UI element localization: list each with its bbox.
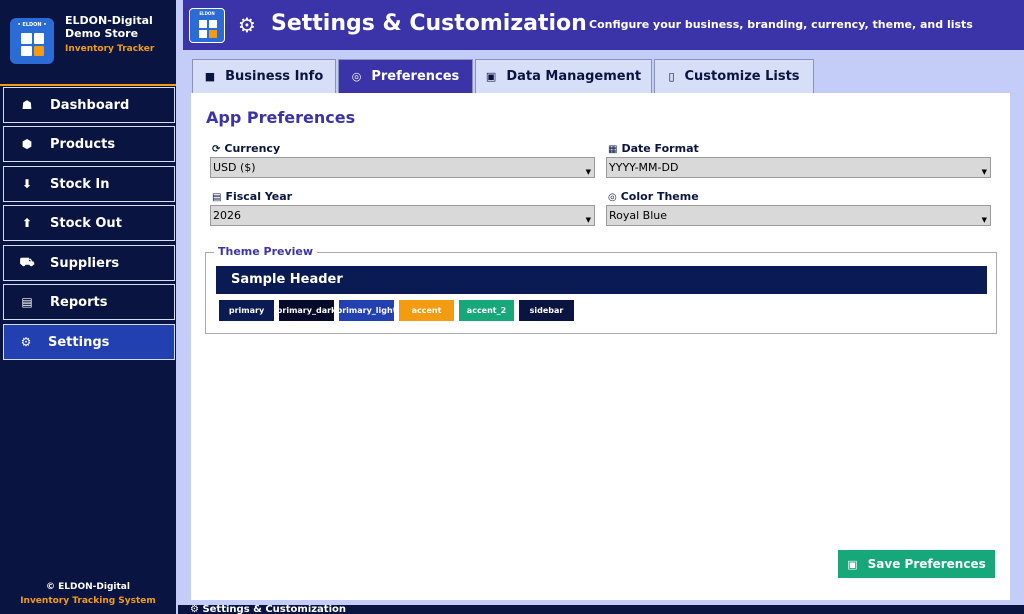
tab-customize-lists[interactable]: ▯ Customize Lists — [654, 59, 814, 93]
gear-icon: ⚙ — [20, 335, 32, 349]
date-format-value: YYYY-MM-DD — [609, 161, 679, 174]
copyright-text: © ELDON-Digital — [46, 582, 130, 592]
sidebar: • ELDON • ELDON-Digital Demo Store Inven… — [0, 0, 178, 614]
sidebar-item-label: Stock Out — [50, 215, 122, 231]
swatch-accent-2: accent_2 — [459, 300, 514, 321]
sidebar-item-label: Stock In — [50, 176, 110, 192]
business-icon: ■ — [204, 70, 216, 83]
sidebar-item-label: Suppliers — [50, 255, 120, 271]
sidebar-item-products[interactable]: ⬢ Products — [3, 126, 175, 162]
page-title: Settings & Customization — [271, 11, 587, 36]
tab-preferences[interactable]: ◎ Preferences — [338, 59, 473, 93]
header-logo-label: ELDON — [199, 11, 215, 16]
clipboard-icon: ▯ — [668, 70, 675, 83]
header-logo-icon: ELDON — [189, 8, 225, 43]
tab-label: Data Management — [506, 69, 642, 84]
sidebar-item-label: Dashboard — [50, 97, 130, 113]
sidebar-item-dashboard[interactable]: ☗ Dashboard — [3, 87, 175, 123]
store-name: ELDON-Digital Demo Store — [65, 14, 153, 40]
swatch-accent: accent — [399, 300, 454, 321]
date-format-label: ▦ Date Format — [608, 142, 699, 155]
palette-icon: ◎ — [608, 192, 617, 203]
swatch-primary-light: primary_light — [339, 300, 394, 321]
tab-label: Preferences — [371, 69, 460, 84]
book-icon: ▤ — [212, 192, 222, 203]
sidebar-item-reports[interactable]: ▤ Reports — [3, 284, 175, 320]
truck-icon: ⛟ — [19, 255, 35, 269]
chevron-down-icon: ▼ — [585, 216, 591, 224]
inbound-icon: ⬇ — [21, 177, 33, 191]
logo-label: • ELDON • — [17, 22, 47, 28]
store-name-line1: ELDON-Digital — [65, 14, 153, 27]
fiscal-year-select[interactable]: 2026 ▼ — [210, 205, 595, 226]
tab-label: Business Info — [225, 69, 324, 84]
tab-label: Customize Lists — [684, 69, 800, 84]
chevron-down-icon: ▼ — [585, 168, 591, 176]
page-header: ELDON ⚙ Settings & Customization Configu… — [183, 0, 1024, 50]
swatch-sidebar: sidebar — [519, 300, 574, 321]
store-subtitle: Inventory Tracker — [65, 44, 155, 54]
date-format-select[interactable]: YYYY-MM-DD ▼ — [606, 157, 991, 178]
sidebar-item-suppliers[interactable]: ⛟ Suppliers — [3, 245, 175, 281]
chevron-down-icon: ▼ — [981, 216, 987, 224]
store-name-line2: Demo Store — [65, 27, 139, 40]
save-icon: ▣ — [847, 557, 858, 571]
chevron-down-icon: ▼ — [981, 168, 987, 176]
fiscal-year-value: 2026 — [213, 209, 241, 222]
sidebar-item-label: Products — [50, 136, 116, 152]
theme-preview: Theme Preview Sample Header primary prim… — [205, 245, 997, 334]
sidebar-footer: © ELDON-Digital Inventory Tracking Syste… — [0, 582, 176, 606]
currency-value: USD ($) — [213, 161, 256, 174]
palette-icon: ◎ — [351, 70, 362, 83]
color-theme-label: ◎ Color Theme — [608, 190, 699, 203]
sidebar-item-label: Reports — [50, 294, 108, 310]
bottom-strip-text: ⚙ Settings & Customization — [190, 605, 347, 614]
system-name-text: Inventory Tracking System — [20, 596, 156, 606]
calendar-icon: ▦ — [608, 144, 618, 155]
database-icon: ▣ — [485, 70, 497, 83]
swatch-primary-dark: primary_dark — [279, 300, 334, 321]
sidebar-item-settings[interactable]: ⚙ Settings — [3, 324, 175, 360]
sample-header: Sample Header — [216, 266, 987, 294]
preferences-panel: App Preferences ⟳ Currency USD ($) ▼ ▦ Dat… — [191, 93, 1010, 600]
save-preferences-button[interactable]: ▣ Save Preferences — [838, 550, 995, 578]
section-title: App Preferences — [206, 108, 356, 127]
outbound-icon: ⬆ — [21, 216, 33, 230]
sidebar-item-stock-out[interactable]: ⬆ Stock Out — [3, 205, 175, 241]
sidebar-item-label: Settings — [48, 334, 110, 350]
currency-label: ⟳ Currency — [212, 142, 281, 155]
color-theme-select[interactable]: Royal Blue ▼ — [606, 205, 991, 226]
box-icon: ⬢ — [21, 137, 33, 151]
color-theme-value: Royal Blue — [609, 209, 668, 222]
theme-preview-legend: Theme Preview — [214, 245, 318, 258]
fiscal-year-label: ▤ Fiscal Year — [212, 190, 293, 203]
store-logo-icon: • ELDON • — [10, 18, 54, 64]
gear-icon: ⚙ — [238, 13, 256, 37]
currency-select[interactable]: USD ($) ▼ — [210, 157, 595, 178]
report-icon: ▤ — [21, 295, 33, 309]
save-button-label: Save Preferences — [867, 557, 986, 571]
bottom-status-strip: ⚙ Settings & Customization — [178, 605, 1024, 614]
swatch-primary: primary — [219, 300, 274, 321]
sidebar-item-stock-in[interactable]: ⬇ Stock In — [3, 166, 175, 202]
home-icon: ☗ — [21, 98, 33, 112]
currency-icon: ⟳ — [212, 144, 221, 155]
tab-business-info[interactable]: ■ Business Info — [192, 59, 336, 93]
brand-block: • ELDON • ELDON-Digital Demo Store Inven… — [0, 0, 176, 86]
tab-data-management[interactable]: ▣ Data Management — [475, 59, 652, 93]
page-subtitle: Configure your business, branding, curre… — [589, 18, 973, 31]
